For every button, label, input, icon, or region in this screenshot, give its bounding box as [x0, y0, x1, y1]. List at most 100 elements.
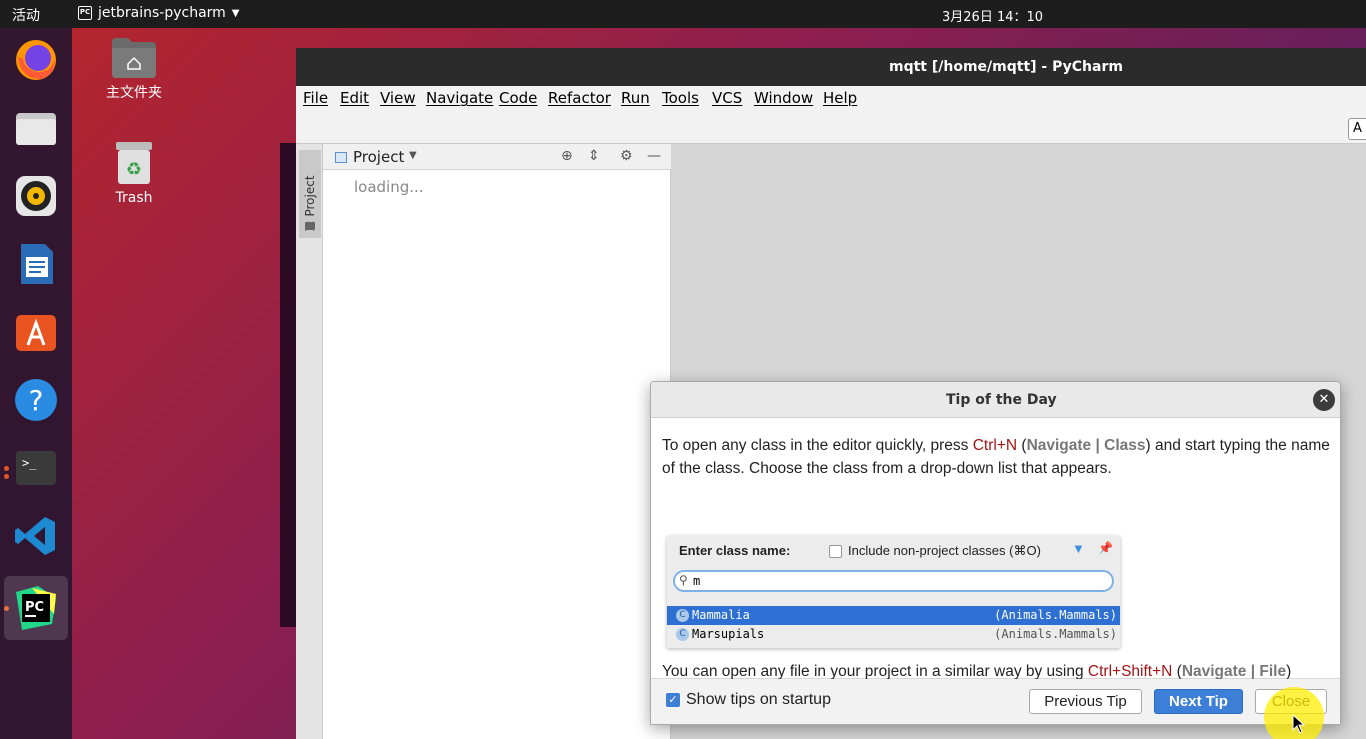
mouse-cursor-icon	[1292, 714, 1306, 734]
dock-rhythmbox[interactable]	[12, 172, 60, 220]
dialog-footer: ✓ Show tips on startup Previous Tip Next…	[651, 679, 1340, 724]
dock-help[interactable]: ?	[12, 376, 60, 424]
clock[interactable]: 3月26日 14：10	[942, 6, 1043, 25]
project-panel: Project ▼ ⊕ ⇕ ⚙ — loading...	[323, 144, 671, 739]
window-titlebar[interactable]: mqtt [/home/mqtt] - PyCharm	[296, 48, 1366, 86]
project-view-icon	[335, 152, 347, 163]
home-folder-icon	[112, 38, 156, 78]
shortcut-ctrl-shift-n: Ctrl+Shift+N	[1087, 663, 1173, 680]
gear-icon[interactable]: ⚙	[620, 148, 633, 164]
list-item: C Mammalia (Animals.Mammals)	[667, 606, 1120, 625]
menu-edit[interactable]: Edit	[340, 89, 369, 107]
tip-illustration: Enter class name: Include non-project cl…	[667, 536, 1120, 648]
caret-down-icon: ▼	[231, 7, 240, 19]
add-configuration-button[interactable]: A	[1348, 118, 1366, 140]
tip-paragraph-1: To open any class in the editor quickly,…	[662, 434, 1332, 480]
project-tool-tab[interactable]: 1: Project	[299, 150, 321, 238]
class-result-package: (Animals.Mammals)	[994, 608, 1117, 622]
dialog-titlebar[interactable]: Tip of the Day ✕	[651, 382, 1340, 418]
project-loading-text: loading...	[354, 178, 424, 196]
collapse-all-icon[interactable]: ⇕	[588, 148, 600, 164]
tip-text-segment: You can open any file in your project in…	[662, 663, 1088, 680]
tip-text-segment: (	[1017, 437, 1027, 454]
menu-run[interactable]: Run	[621, 89, 650, 107]
desktop-home-folder[interactable]: 主文件夹	[84, 36, 184, 102]
menu-tools[interactable]: Tools	[662, 89, 699, 107]
list-item: C Marsupials (Animals.Mammals)	[667, 625, 1120, 644]
dock-files[interactable]	[12, 104, 60, 152]
menu-help[interactable]: Help	[823, 89, 857, 107]
minimize-icon[interactable]: —	[647, 148, 661, 164]
dock-firefox[interactable]	[12, 36, 60, 84]
rhythmbox-icon	[16, 176, 56, 216]
chevron-down-icon[interactable]: ▼	[409, 150, 417, 161]
dock-terminal[interactable]: >_	[12, 444, 60, 492]
menu-file[interactable]: File	[303, 89, 328, 107]
activities-button[interactable]: 活动	[12, 5, 40, 25]
next-tip-button[interactable]: Next Tip	[1154, 689, 1243, 714]
tip-text-segment: To open any class in the editor quickly,…	[662, 437, 973, 454]
close-button[interactable]: Close	[1255, 689, 1327, 714]
dock-software[interactable]	[12, 308, 60, 356]
dock-pycharm[interactable]: PC	[4, 576, 68, 640]
pycharm-small-icon: PC	[78, 6, 92, 20]
filter-icon: ▼	[1072, 541, 1085, 556]
app-menu[interactable]: PC jetbrains-pycharm ▼	[78, 5, 240, 21]
tip-content: To open any class in the editor quickly,…	[651, 418, 1340, 680]
top-bar: 活动 PC jetbrains-pycharm ▼ 3月26日 14：10	[0, 0, 1366, 28]
project-panel-header: Project ▼ ⊕ ⇕ ⚙ —	[323, 144, 671, 170]
pin-icon: 📌	[1098, 541, 1113, 555]
running-indicator	[4, 466, 9, 471]
menu-vcs[interactable]: VCS	[712, 89, 742, 107]
close-icon[interactable]: ✕	[1313, 389, 1335, 411]
dock: ? >_ PC	[0, 28, 72, 739]
class-icon: C	[676, 628, 689, 641]
menu-view[interactable]: View	[380, 89, 416, 107]
files-icon	[16, 113, 56, 145]
desktop-trash[interactable]: ♻ Trash	[84, 140, 184, 206]
menu-refactor[interactable]: Refactor	[548, 89, 611, 107]
trash-label: Trash	[115, 190, 153, 206]
menu-bar: File Edit View Navigate Code Refactor Ru…	[296, 86, 1366, 112]
class-icon: C	[676, 609, 689, 622]
writer-icon	[21, 244, 53, 284]
dock-vscode[interactable]	[12, 512, 60, 560]
class-result-package: (Animals.Mammals)	[994, 627, 1117, 641]
shortcut-ctrl-n: Ctrl+N	[972, 437, 1018, 454]
tip-text-segment: (	[1172, 663, 1182, 680]
trash-icon: ♻	[116, 142, 152, 184]
software-icon	[16, 315, 56, 351]
running-indicator	[4, 474, 9, 479]
dock-writer[interactable]	[12, 240, 60, 288]
navigate-file-ref: Navigate | File	[1181, 663, 1287, 680]
enter-class-name-label: Enter class name:	[679, 543, 791, 558]
search-icon: ⚲	[679, 573, 688, 587]
previous-tip-button[interactable]: Previous Tip	[1029, 689, 1142, 714]
tip-of-the-day-dialog: Tip of the Day ✕ To open any class in th…	[650, 381, 1341, 725]
navigate-class-ref: Navigate | Class	[1026, 437, 1146, 454]
svg-text:PC: PC	[25, 600, 44, 615]
svg-text:>_: >_	[22, 456, 37, 470]
firefox-icon	[16, 40, 56, 80]
svg-text:♻: ♻	[126, 159, 142, 180]
locate-icon[interactable]: ⊕	[561, 148, 573, 164]
terminal-icon: >_	[16, 451, 56, 485]
menu-window[interactable]: Window	[754, 89, 813, 107]
dialog-title: Tip of the Day	[946, 392, 1057, 408]
show-tips-label[interactable]: Show tips on startup	[686, 691, 831, 709]
include-non-project-label: Include non-project classes (⌘O)	[848, 543, 1041, 558]
toolbar: A	[296, 112, 1366, 144]
class-result-name: Mammalia	[692, 608, 750, 622]
show-tips-checkbox[interactable]: ✓	[666, 693, 680, 707]
project-view-selector[interactable]: Project	[353, 148, 404, 166]
vscode-icon	[15, 517, 55, 555]
menu-code[interactable]: Code	[499, 89, 537, 107]
class-search-field: ⚲ m	[673, 570, 1114, 592]
pycharm-icon: PC	[16, 586, 56, 630]
class-search-query: m	[693, 574, 701, 588]
app-menu-label: jetbrains-pycharm	[98, 5, 226, 21]
home-folder-label: 主文件夹	[106, 85, 162, 101]
menu-navigate[interactable]: Navigate	[426, 89, 493, 107]
class-result-name: Marsupials	[692, 627, 765, 641]
svg-text:?: ?	[29, 384, 44, 417]
